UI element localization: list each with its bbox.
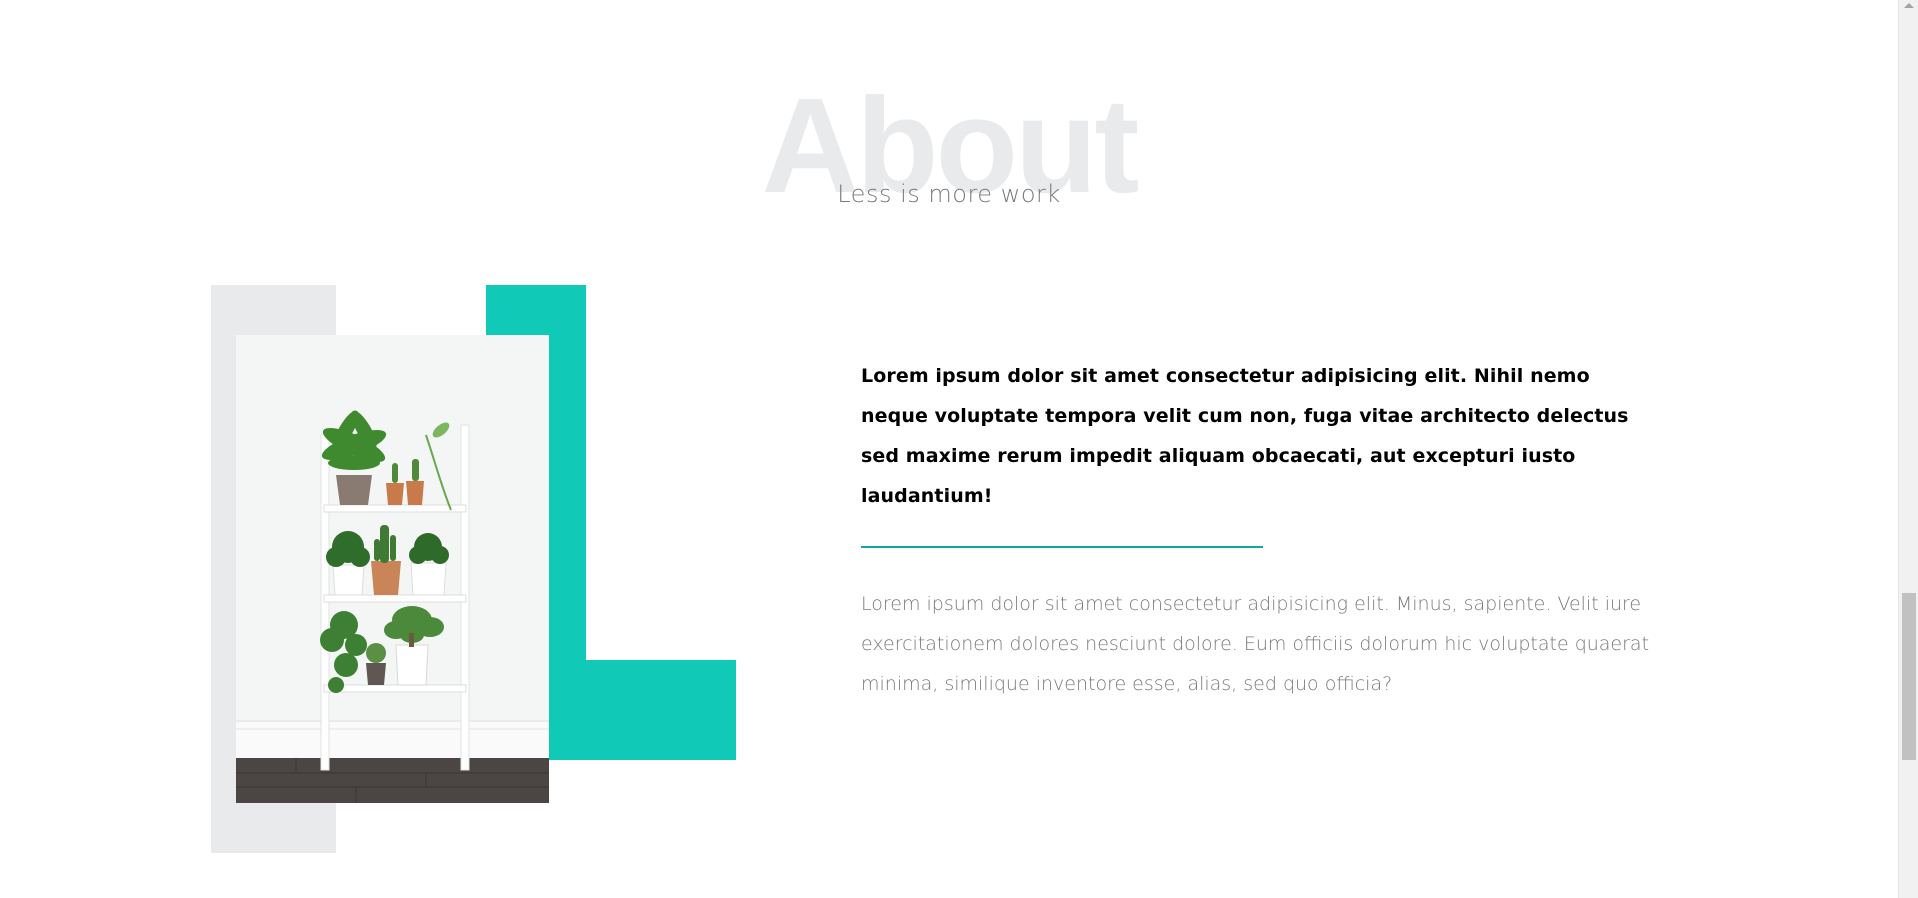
scroll-up-arrow-icon[interactable]: [1904, 3, 1914, 8]
body-paragraph: Lorem ipsum dolor sit amet consectetur a…: [861, 593, 1650, 695]
scrollbar-thumb[interactable]: [1902, 593, 1916, 760]
section-subtitle: Less is more work: [837, 180, 1061, 208]
vertical-scrollbar[interactable]: [1898, 0, 1918, 898]
plant-shelf-photo: [236, 335, 549, 803]
about-page: About Less is more work Lorem ipsum dolo…: [0, 0, 1918, 898]
about-title-block: About Less is more work: [0, 0, 1898, 230]
section-divider: [861, 546, 1263, 548]
lead-paragraph: Lorem ipsum dolor sit amet consectetur a…: [861, 365, 1629, 507]
